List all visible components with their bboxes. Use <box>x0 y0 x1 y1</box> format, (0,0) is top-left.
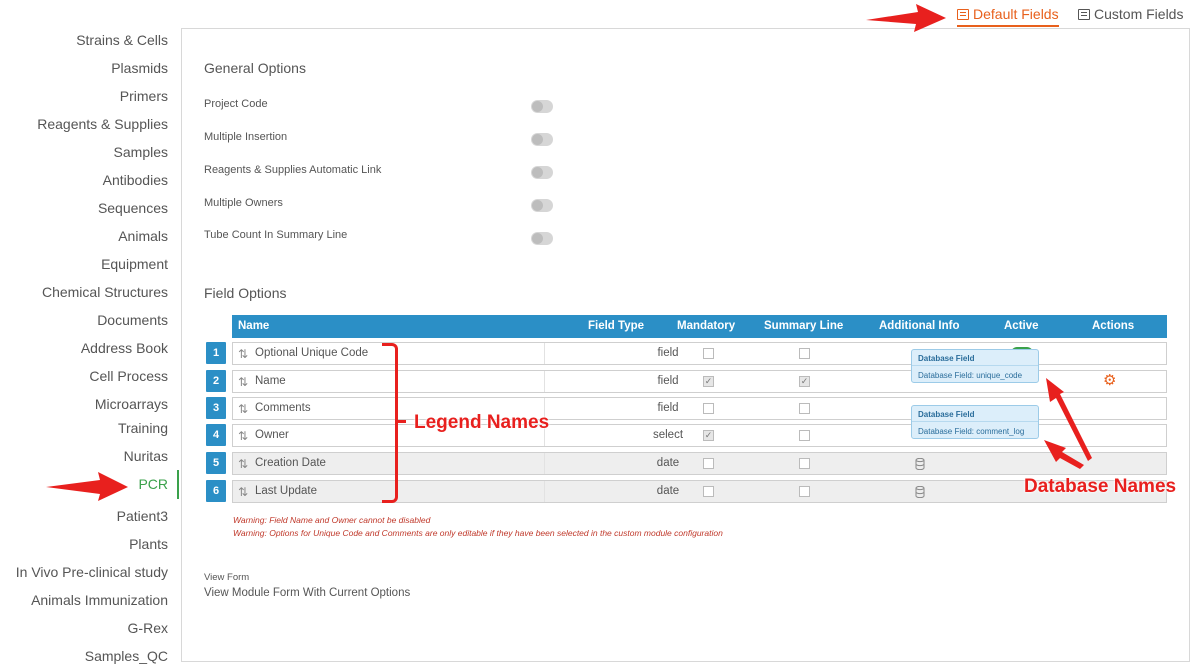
arrow-icon <box>46 472 128 501</box>
annotation-arrows <box>46 4 1092 501</box>
arrow-icon <box>866 4 946 32</box>
arrow-icon <box>1044 440 1084 469</box>
